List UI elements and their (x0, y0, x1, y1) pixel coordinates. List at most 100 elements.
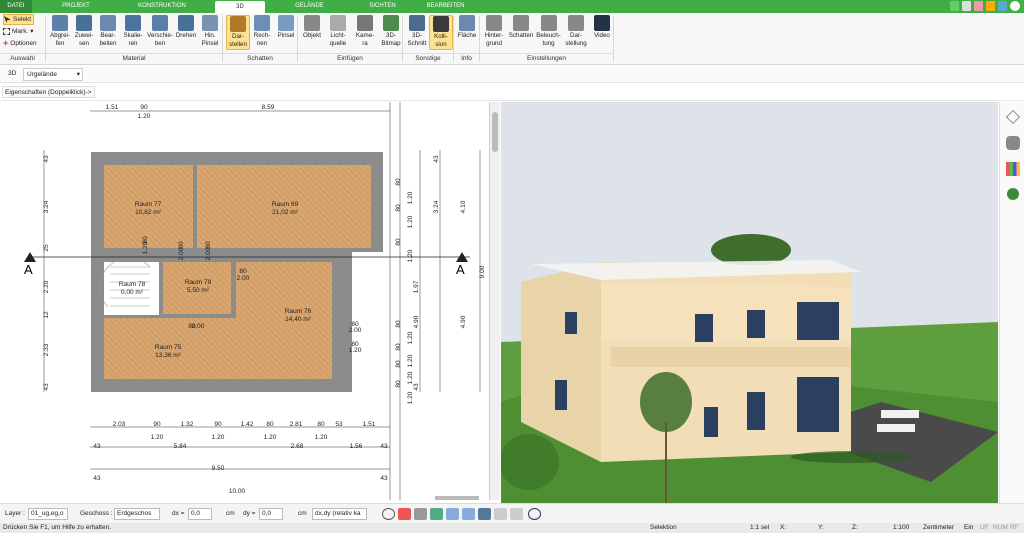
plan-hscroll-thumb[interactable] (435, 496, 479, 500)
einfuegen-button-2[interactable]: Kame-ra (352, 15, 378, 48)
bookmark-icon[interactable] (974, 1, 983, 11)
furniture-icon[interactable] (1006, 136, 1020, 150)
mark-button[interactable]: Mark. ▾ (3, 26, 34, 37)
material-button-2[interactable]: Bear-beiten (96, 15, 120, 48)
options-button[interactable]: + Optionen (3, 38, 37, 49)
tab-projekt[interactable]: PROJEKT (46, 0, 106, 13)
schatten-button-0[interactable]: Dar-stellen (226, 15, 250, 50)
sonstige-button-0[interactable]: 3D- Schnitt (405, 15, 429, 48)
tab-gelaende[interactable]: GELÄNDE (282, 0, 337, 13)
plan-label: 1.20 (138, 113, 151, 120)
material-icon-3 (125, 15, 141, 31)
tab-konstruktion[interactable]: KONSTRUKTION (122, 0, 202, 13)
material-button-0[interactable]: Abgrei-fen (48, 15, 72, 48)
material-icon-4 (152, 15, 168, 31)
schatten-button-1[interactable]: Rech-nen (250, 15, 274, 48)
north-icon[interactable] (528, 508, 541, 520)
einfuegen-button-3[interactable]: 3D- Bitmap (378, 15, 404, 48)
terrain-select[interactable]: Urgelände ▾ (23, 68, 83, 81)
section-label-right: A (456, 262, 465, 277)
tab-3d[interactable]: 3D (215, 1, 265, 13)
schatten-button-2[interactable]: Pinsel (274, 15, 298, 40)
tools-icon[interactable] (986, 1, 995, 11)
dy-input[interactable]: 0,0 (259, 508, 283, 520)
material-button-1[interactable]: Zuwei-sen (72, 15, 96, 48)
einstellungen-button-3[interactable]: Dar-stellung (562, 15, 590, 48)
layer-snap-icon[interactable] (478, 508, 491, 520)
plan-label: 1.20 (407, 331, 414, 344)
plan-label: 43 (413, 383, 420, 391)
plants-icon[interactable] (1007, 188, 1019, 200)
window-controls (950, 1, 1020, 12)
line-snap-icon[interactable] (462, 508, 475, 520)
plan-label: 2.00 (192, 323, 205, 330)
paint-icon[interactable] (430, 508, 443, 520)
group-material: Material (46, 53, 222, 63)
edit-icon[interactable] (950, 1, 959, 11)
einfuegen-icon-0 (304, 15, 320, 31)
settings-icon[interactable] (998, 1, 1007, 11)
material-button-3[interactable]: Skalie-ren (120, 15, 146, 48)
help-icon[interactable] (1010, 1, 1020, 11)
plan-label: 2.33 (43, 343, 50, 356)
einfuegen-button-0[interactable]: Objekt (300, 15, 324, 40)
tab-bearbeiten[interactable]: BEARBEITEN (418, 0, 473, 13)
einstellungen-button-1[interactable]: Schatten (507, 15, 535, 40)
plan-label: 53 (335, 421, 343, 428)
plan-label: 80 (178, 241, 185, 249)
cursor-icon (4, 16, 11, 23)
material-button-6[interactable]: Hin. Pinsel (198, 15, 222, 48)
sonstige-button-1[interactable]: Kolli-sion (429, 15, 453, 50)
plan-label: 90 (140, 104, 148, 111)
plan-label: 43 (93, 475, 101, 482)
plan-label: Raum 79 (185, 279, 212, 286)
einstellungen-button-4[interactable]: Video (590, 15, 614, 40)
tab-datei[interactable]: DATEI (0, 0, 32, 13)
plan-scrollbar[interactable] (490, 102, 500, 500)
plan-label: 80 (395, 238, 402, 246)
properties-button[interactable]: Eigenschaften (Doppelklick)-> (2, 86, 95, 98)
info-button-0[interactable]: Fläche (455, 15, 479, 40)
floor-plan-view[interactable]: A A Raum 77 10,82 m² Raum 69 21,02 m² Raum 7… (0, 102, 490, 500)
material-icon-2 (100, 15, 116, 31)
plan-label: 80 (317, 421, 325, 428)
plan-label: 80 (239, 268, 247, 275)
floor-select[interactable]: Erdgeschos (114, 508, 160, 520)
dx-input[interactable]: 0,0 (188, 508, 212, 520)
save-icon[interactable] (962, 1, 971, 11)
materials-icon[interactable] (1006, 162, 1020, 176)
camera-icon[interactable] (414, 508, 427, 520)
plan-label: 2.00 (205, 247, 212, 260)
snap-icon[interactable] (446, 508, 459, 520)
schatten-icon-0 (230, 16, 246, 32)
layer-select[interactable]: 01_ug,eg,o (28, 508, 68, 520)
plan-label: 5,50 m² (187, 287, 210, 294)
plan-label: Raum 78 (119, 281, 146, 288)
select-button[interactable]: Selekt (3, 14, 35, 25)
plan-label: 80 (395, 178, 402, 186)
plan-label: 1.20 (407, 391, 414, 404)
plan-label: 43 (380, 475, 388, 482)
material-button-4[interactable]: Verschie-ben (146, 15, 174, 48)
plan-label: 80 (395, 360, 402, 368)
tab-sichten[interactable]: SICHTEN (355, 0, 410, 13)
ortho-icon[interactable] (510, 508, 523, 520)
3d-view[interactable] (501, 102, 998, 503)
record-icon[interactable] (398, 508, 411, 520)
coord-mode-select[interactable]: dx,dy (relativ ka (312, 508, 367, 520)
layers-icon[interactable] (1006, 110, 1020, 124)
window (704, 407, 718, 437)
window (797, 302, 839, 340)
einfuegen-button-1[interactable]: Licht-quelle (324, 15, 352, 48)
grid-icon[interactable] (494, 508, 507, 520)
plan-label: 80 (205, 241, 212, 249)
plan-label: 2.03 (113, 421, 126, 428)
group-schatten: Schatten (223, 53, 297, 63)
einstellungen-button-0[interactable]: Hinter-grund (481, 15, 507, 48)
plan-label: 2.00 (349, 327, 362, 334)
clock-icon[interactable] (382, 508, 395, 520)
einstellungen-button-2[interactable]: Beleuch-tung (535, 15, 562, 48)
plan-label: 43 (433, 155, 440, 163)
plan-label: 25 (43, 244, 50, 252)
material-button-5[interactable]: Drehen (174, 15, 198, 40)
